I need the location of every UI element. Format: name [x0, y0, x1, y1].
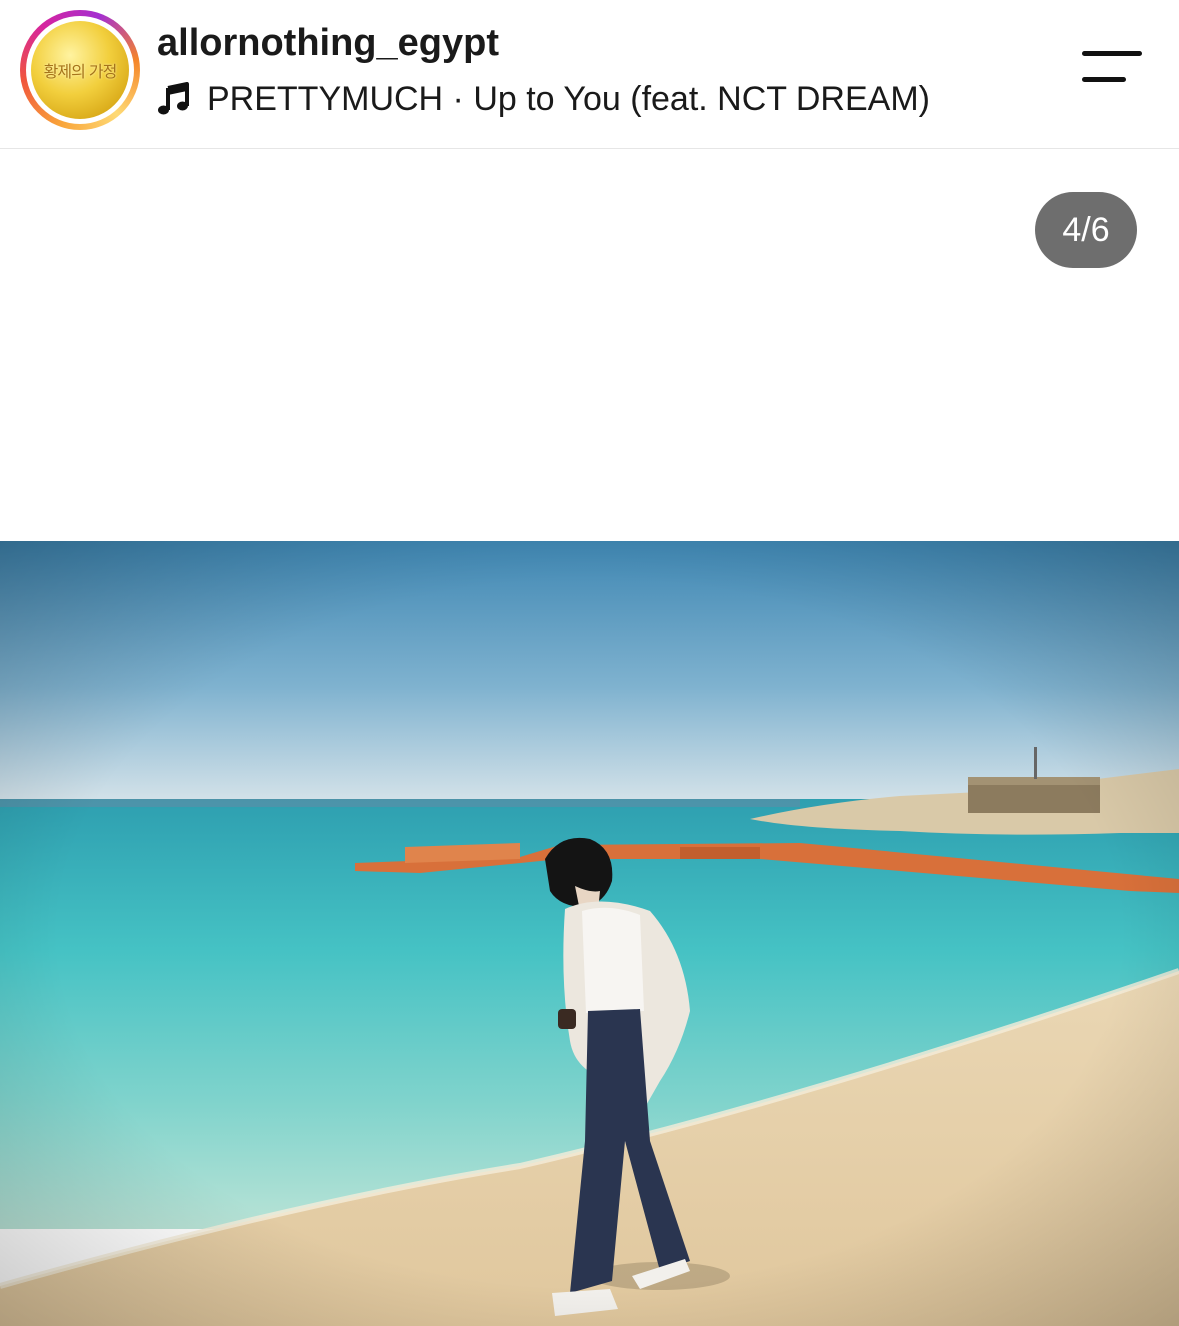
music-track-label: PRETTYMUCH · Up to You (feat. NCT DREAM): [207, 79, 930, 118]
menu-button[interactable]: [1080, 48, 1144, 88]
music-attribution[interactable]: PRETTYMUCH · Up to You (feat. NCT DREAM): [157, 76, 930, 122]
username[interactable]: allornothing_egypt: [157, 22, 499, 65]
avatar[interactable]: 황제의 가정: [31, 21, 129, 119]
menu-icon-line-top: [1082, 51, 1142, 56]
avatar-story-ring[interactable]: 황제의 가정: [20, 10, 140, 130]
post-photo-beach[interactable]: [0, 541, 1179, 1326]
carousel-counter: 4/6: [1035, 192, 1137, 268]
music-note-icon: [158, 82, 189, 115]
post-header: 황제의 가정 allornothing_egypt PRETTYMUCH · U…: [0, 0, 1179, 149]
avatar-border: 황제의 가정: [26, 16, 134, 124]
avatar-logo-text: 황제의 가정: [43, 62, 118, 81]
menu-icon-line-bottom: [1082, 77, 1126, 82]
